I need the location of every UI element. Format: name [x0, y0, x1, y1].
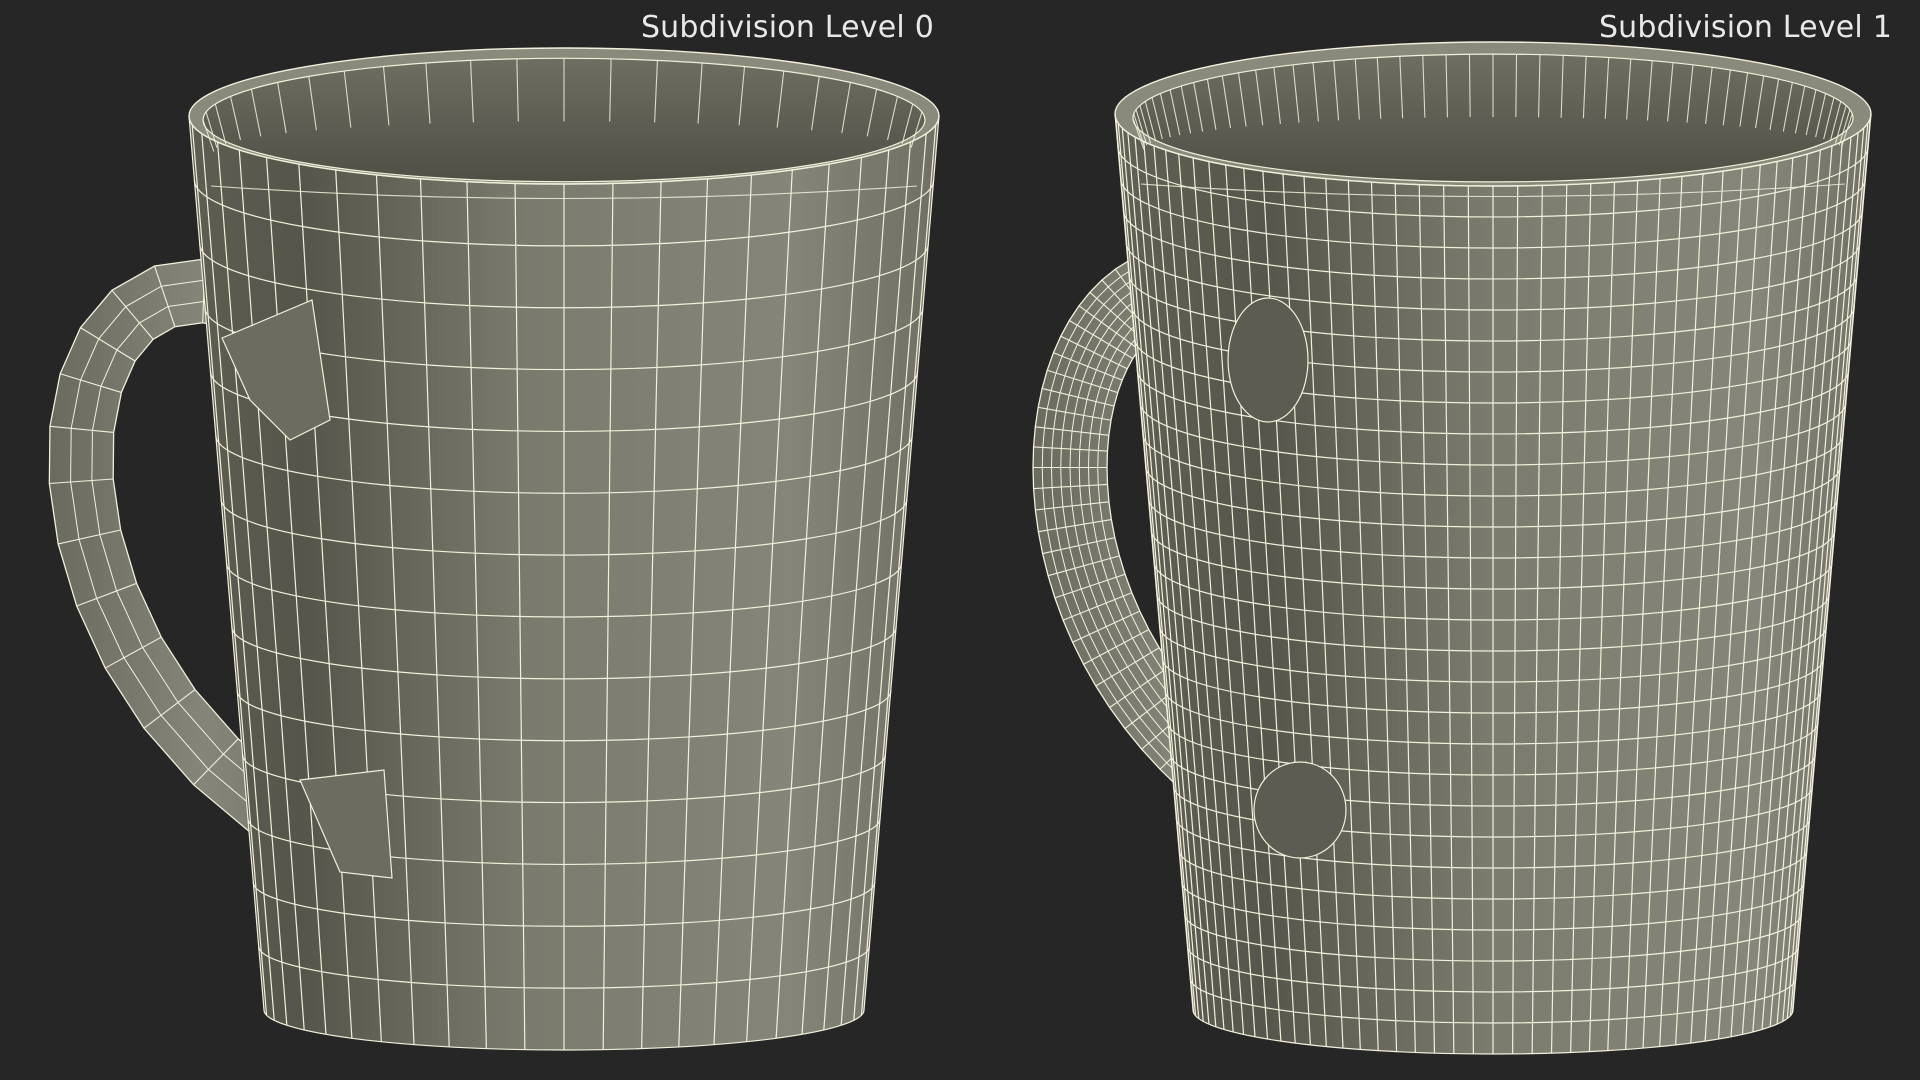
- inner-wire: [1515, 54, 1518, 118]
- mug-subdivided: [1032, 41, 1872, 1055]
- panel-title-right: Subdivision Level 1: [1598, 10, 1892, 45]
- handle-joint-bottom: [1253, 761, 1347, 859]
- panel-title-left: Subdivision Level 0: [640, 10, 934, 45]
- inner-wire: [1468, 54, 1471, 118]
- mug-low-poly: [48, 47, 940, 1051]
- handle-joint-top: [1227, 297, 1309, 423]
- viewport-canvas: [48, 41, 1872, 1055]
